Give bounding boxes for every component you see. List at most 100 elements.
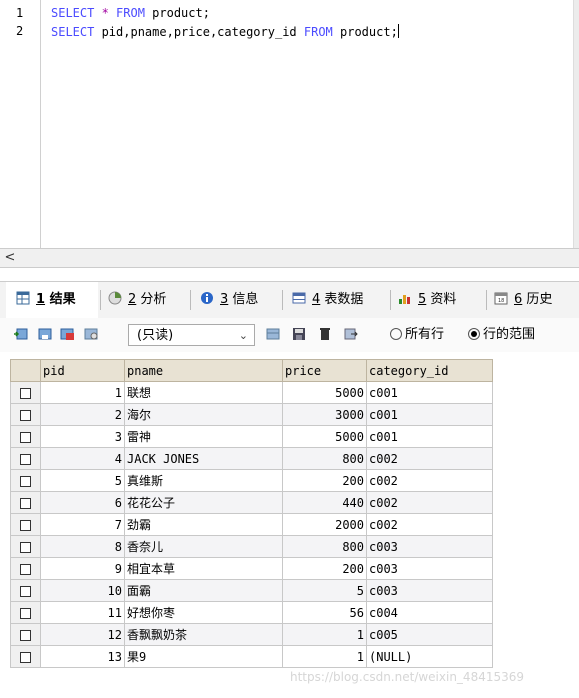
tab-profile[interactable]: 5 资料 xyxy=(398,282,456,318)
tab-history[interactable]: 18 6 历史 xyxy=(494,282,552,318)
column-header[interactable]: price xyxy=(282,359,367,382)
cell-pname[interactable]: 好想你枣 xyxy=(124,601,283,624)
cell-price[interactable]: 5 xyxy=(282,579,367,602)
row-checkbox[interactable] xyxy=(20,519,31,531)
row-checkbox[interactable] xyxy=(20,497,31,509)
cell-category-id[interactable]: c002 xyxy=(366,491,493,514)
row-checkbox[interactable] xyxy=(20,475,31,487)
row-checkbox[interactable] xyxy=(20,651,31,663)
row-selector[interactable] xyxy=(10,381,41,404)
cell-category-id[interactable]: c001 xyxy=(366,381,493,404)
cell-price[interactable]: 5000 xyxy=(282,425,367,448)
export-icon[interactable] xyxy=(344,328,358,340)
cell-price[interactable]: 440 xyxy=(282,491,367,514)
radio-button[interactable] xyxy=(468,328,480,340)
insert-row-icon[interactable] xyxy=(14,328,28,340)
code-line[interactable]: SELECT * FROM product; xyxy=(51,6,210,20)
cell-pname[interactable]: 果9 xyxy=(124,645,283,668)
cell-pname[interactable]: 花花公子 xyxy=(124,491,283,514)
tab-result[interactable]: 1 结果 xyxy=(6,282,98,319)
row-checkbox[interactable] xyxy=(20,387,31,399)
table-row[interactable]: 12 香飘飘奶茶 1 c005 xyxy=(10,623,493,646)
cell-pid[interactable]: 6 xyxy=(40,491,125,514)
row-selector[interactable] xyxy=(10,513,41,536)
row-selector[interactable] xyxy=(10,645,41,668)
cell-pname[interactable]: 相宜本草 xyxy=(124,557,283,580)
row-selector[interactable] xyxy=(10,447,41,470)
cell-category-id[interactable]: c002 xyxy=(366,469,493,492)
row-selector[interactable] xyxy=(10,425,41,448)
cell-price[interactable]: 56 xyxy=(282,601,367,624)
table-row[interactable]: 3 雷神 5000 c001 xyxy=(10,425,493,448)
edit-mode-select[interactable]: (只读) ⌄ xyxy=(128,324,255,346)
cell-category-id[interactable]: c001 xyxy=(366,425,493,448)
row-selector[interactable] xyxy=(10,469,41,492)
sql-editor[interactable]: 1 2 SELECT * FROM product; SELECT pid,pn… xyxy=(0,0,579,248)
column-header[interactable]: category_id xyxy=(366,359,493,382)
cell-category-id[interactable]: c003 xyxy=(366,535,493,558)
cell-pname[interactable]: 香飘飘奶茶 xyxy=(124,623,283,646)
row-selector[interactable] xyxy=(10,403,41,426)
row-selector[interactable] xyxy=(10,601,41,624)
table-row[interactable]: 11 好想你枣 56 c004 xyxy=(10,601,493,624)
cell-pid[interactable]: 4 xyxy=(40,447,125,470)
row-checkbox[interactable] xyxy=(20,607,31,619)
table-row[interactable]: 1 联想 5000 c001 xyxy=(10,381,493,404)
delete-icon[interactable] xyxy=(318,328,332,340)
cell-category-id[interactable]: c003 xyxy=(366,557,493,580)
table-row[interactable]: 13 果9 1 (NULL) xyxy=(10,645,493,668)
cell-pid[interactable]: 3 xyxy=(40,425,125,448)
refresh-row-icon[interactable] xyxy=(84,328,98,340)
cell-category-id[interactable]: (NULL) xyxy=(366,645,493,668)
cell-price[interactable]: 800 xyxy=(282,447,367,470)
cell-price[interactable]: 1 xyxy=(282,623,367,646)
cell-pid[interactable]: 13 xyxy=(40,645,125,668)
cell-category-id[interactable]: c002 xyxy=(366,513,493,536)
column-header[interactable]: pname xyxy=(124,359,283,382)
column-header[interactable]: pid xyxy=(40,359,125,382)
row-checkbox[interactable] xyxy=(20,563,31,575)
cell-pid[interactable]: 9 xyxy=(40,557,125,580)
cell-pname[interactable]: 雷神 xyxy=(124,425,283,448)
row-selector[interactable] xyxy=(10,623,41,646)
tab-table-data[interactable]: 4 表数据 xyxy=(292,282,363,318)
row-checkbox[interactable] xyxy=(20,409,31,421)
cell-pname[interactable]: 面霸 xyxy=(124,579,283,602)
row-checkbox[interactable] xyxy=(20,585,31,597)
table-row[interactable]: 7 劲霸 2000 c002 xyxy=(10,513,493,536)
cell-pname[interactable]: 海尔 xyxy=(124,403,283,426)
table-row[interactable]: 8 香奈儿 800 c003 xyxy=(10,535,493,558)
table-row[interactable]: 9 相宜本草 200 c003 xyxy=(10,557,493,580)
table-row[interactable]: 4 JACK JONES 800 c002 xyxy=(10,447,493,470)
cell-category-id[interactable]: c001 xyxy=(366,403,493,426)
table-row[interactable]: 5 真维斯 200 c002 xyxy=(10,469,493,492)
cell-category-id[interactable]: c004 xyxy=(366,601,493,624)
cell-pname[interactable]: 劲霸 xyxy=(124,513,283,536)
cell-category-id[interactable]: c005 xyxy=(366,623,493,646)
radio-all-rows[interactable]: 所有行 xyxy=(390,326,444,344)
cell-category-id[interactable]: c003 xyxy=(366,579,493,602)
horizontal-scrollbar[interactable]: < xyxy=(0,248,579,268)
row-selector[interactable] xyxy=(10,557,41,580)
cell-pid[interactable]: 2 xyxy=(40,403,125,426)
cell-pid[interactable]: 8 xyxy=(40,535,125,558)
cell-pid[interactable]: 7 xyxy=(40,513,125,536)
cell-price[interactable]: 1 xyxy=(282,645,367,668)
vertical-scrollbar[interactable] xyxy=(573,0,579,248)
cell-price[interactable]: 200 xyxy=(282,557,367,580)
row-selector[interactable] xyxy=(10,579,41,602)
cell-pid[interactable]: 12 xyxy=(40,623,125,646)
cell-pname[interactable]: 真维斯 xyxy=(124,469,283,492)
save-row-icon[interactable] xyxy=(38,328,52,340)
cell-price[interactable]: 5000 xyxy=(282,381,367,404)
cell-category-id[interactable]: c002 xyxy=(366,447,493,470)
save-icon[interactable] xyxy=(292,328,306,340)
scroll-left-arrow-icon[interactable]: < xyxy=(2,250,18,266)
radio-button[interactable] xyxy=(390,328,402,340)
cell-price[interactable]: 800 xyxy=(282,535,367,558)
radio-row-range[interactable]: 行的范围 xyxy=(468,326,535,344)
grid-view-icon[interactable] xyxy=(266,328,280,340)
cell-price[interactable]: 3000 xyxy=(282,403,367,426)
cell-price[interactable]: 2000 xyxy=(282,513,367,536)
table-row[interactable]: 6 花花公子 440 c002 xyxy=(10,491,493,514)
